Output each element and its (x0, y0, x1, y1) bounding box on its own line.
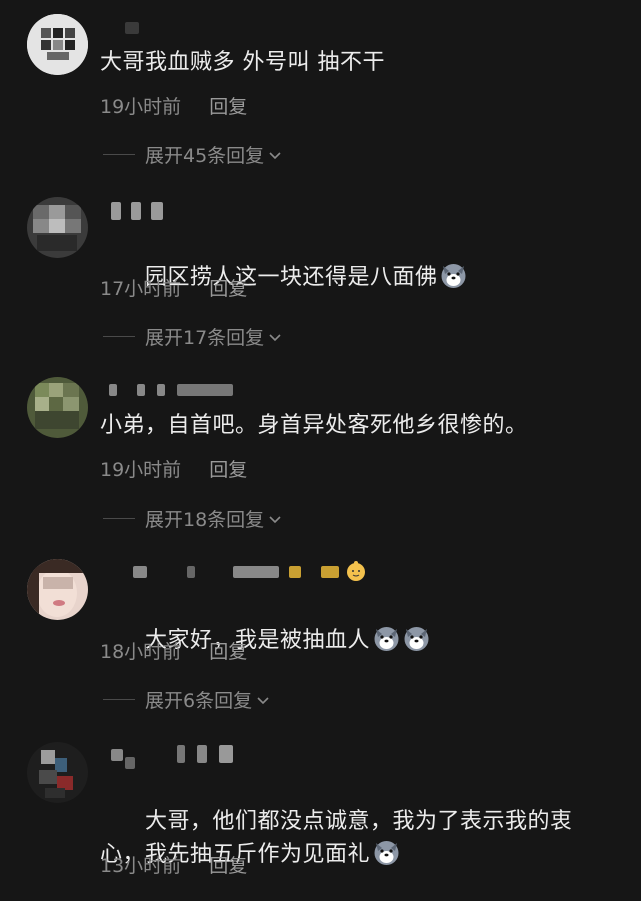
timestamp: 19小时前 (100, 459, 182, 481)
expand-replies-button[interactable]: 展开6条回复 (103, 686, 271, 713)
avatar[interactable] (27, 742, 88, 803)
husky-emoji-icon (441, 264, 466, 288)
expand-replies-label: 展开45条回复 (145, 145, 265, 167)
chevron-down-icon (269, 515, 281, 523)
chevron-down-icon (257, 696, 269, 704)
avatar[interactable] (27, 559, 88, 620)
expand-replies-label: 展开6条回复 (145, 690, 253, 712)
expand-replies-button[interactable]: 展开45条回复 (103, 141, 283, 168)
reply-button[interactable]: 回复 (209, 278, 247, 300)
expand-replies-button[interactable]: 展开17条回复 (103, 323, 283, 350)
comment-meta: 13小时前 回复 (100, 851, 247, 878)
username-blurred[interactable] (103, 18, 373, 40)
avatar[interactable] (27, 377, 88, 438)
timestamp: 13小时前 (100, 855, 182, 877)
comment-feed: 大哥我血贼多 外号叫 抽不干 19小时前 回复 展开45条回复 园区捞人这一块还… (0, 0, 641, 901)
expand-replies-label: 展开17条回复 (145, 327, 265, 349)
username-blurred[interactable] (103, 200, 373, 222)
comment-meta: 18小时前 回复 (100, 637, 247, 664)
reply-button[interactable]: 回复 (209, 96, 247, 118)
username-blurred[interactable] (103, 745, 373, 769)
baby-emoji-icon (347, 561, 365, 581)
timestamp: 19小时前 (100, 96, 182, 118)
timestamp: 17小时前 (100, 278, 182, 300)
chevron-down-icon (269, 333, 281, 341)
comment-meta: 19小时前 回复 (100, 455, 247, 482)
expand-replies-label: 展开18条回复 (145, 509, 265, 531)
avatar[interactable] (27, 14, 88, 75)
comment-text: 大哥我血贼多 外号叫 抽不干 (100, 50, 385, 75)
comment-text: 小弟，自首吧。身首异处客死他乡很惨的。 (100, 413, 528, 438)
reply-button[interactable]: 回复 (209, 459, 247, 481)
divider (103, 518, 135, 519)
comment-meta: 19小时前 回复 (100, 92, 247, 119)
husky-emoji-icon (404, 627, 429, 651)
expand-replies-button[interactable]: 展开18条回复 (103, 505, 283, 532)
avatar[interactable] (27, 197, 88, 258)
comment-meta: 17小时前 回复 (100, 274, 247, 301)
reply-button[interactable]: 回复 (209, 641, 247, 663)
husky-emoji-icon (374, 841, 399, 865)
username-blurred[interactable] (103, 380, 373, 402)
divider (103, 336, 135, 337)
username-blurred[interactable] (103, 561, 373, 584)
timestamp: 18小时前 (100, 641, 182, 663)
chevron-down-icon (269, 151, 281, 159)
husky-emoji-icon (374, 627, 399, 651)
divider (103, 699, 135, 700)
comment-text: 大哥，他们都没点诚意，我为了表示我的衷 心，我先抽五斤作为见面礼 (100, 772, 620, 901)
reply-button[interactable]: 回复 (209, 855, 247, 877)
divider (103, 154, 135, 155)
